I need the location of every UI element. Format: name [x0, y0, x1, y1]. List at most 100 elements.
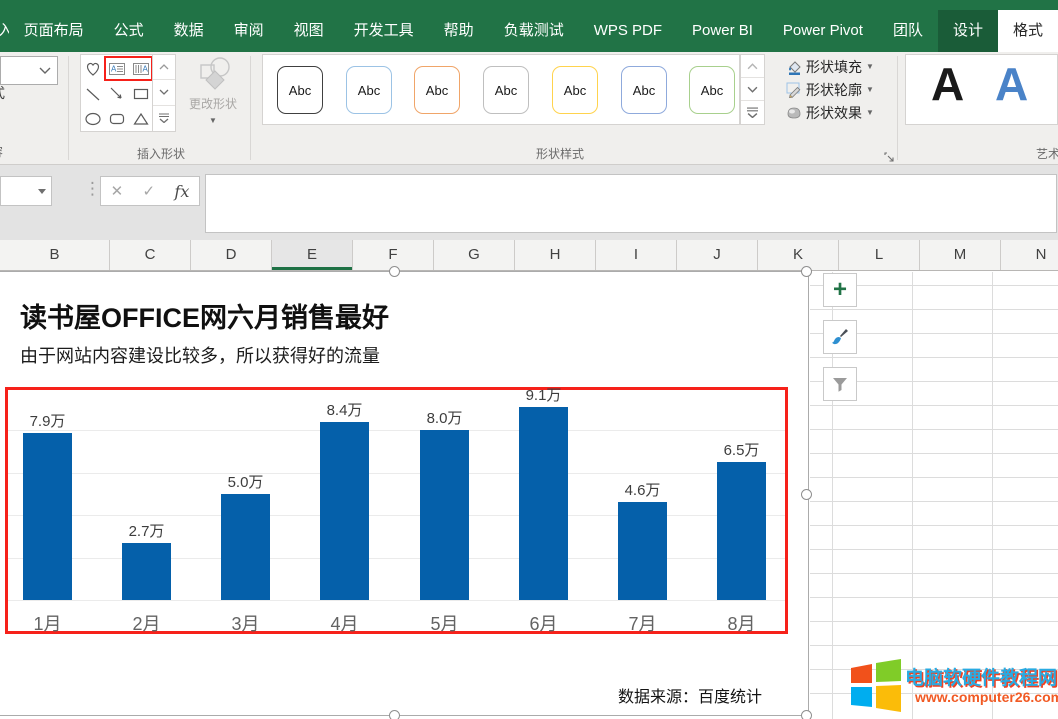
- tab-数据[interactable]: 数据: [159, 10, 219, 52]
- styles-scroll-down[interactable]: [741, 78, 764, 101]
- chart-filters-button[interactable]: [823, 367, 857, 401]
- tab-WPS PDF[interactable]: WPS PDF: [579, 10, 677, 52]
- shape-style-thumbnail-3[interactable]: Abc: [414, 66, 460, 114]
- column-header-H[interactable]: H: [515, 240, 596, 270]
- tab-设计[interactable]: 设计: [938, 10, 998, 52]
- insert-function-icon[interactable]: fx: [174, 182, 189, 201]
- category-label-7月: 7月: [608, 610, 678, 636]
- chart-elements-button[interactable]: +: [823, 273, 857, 307]
- wordart-style-2[interactable]: A: [995, 57, 1028, 111]
- shape-style-thumbnail-5[interactable]: Abc: [552, 66, 598, 114]
- formula-bar-input[interactable]: [205, 174, 1057, 233]
- shapes-gallery-scrollbar: [152, 55, 175, 131]
- column-header-I[interactable]: I: [596, 240, 677, 270]
- shape-effects-icon: [786, 105, 802, 121]
- dialog-launcher-icon: [884, 152, 894, 162]
- shape-rounded-rectangle[interactable]: [105, 106, 129, 131]
- formula-bar-buttons: ✕ ✓ fx: [100, 176, 200, 206]
- shape-oval[interactable]: [81, 106, 105, 131]
- selection-handle-bottom[interactable]: [389, 710, 400, 719]
- data-label-8月: 6.5万: [707, 439, 777, 460]
- chevron-up-icon: [159, 64, 169, 70]
- column-header-row: BCDEFGHIJKLMN: [0, 240, 1058, 271]
- shape-style-thumbnail-4[interactable]: Abc: [483, 66, 529, 114]
- column-header-C[interactable]: C: [110, 240, 191, 270]
- shape-styles-gallery: Abc Abc Abc Abc Abc Abc Abc: [262, 54, 740, 125]
- data-label-4月: 8.4万: [310, 399, 380, 420]
- plus-icon: +: [833, 278, 847, 302]
- tab-插入[interactable]: 插入: [0, 10, 9, 52]
- category-label-4月: 4月: [310, 610, 380, 636]
- name-box[interactable]: [0, 176, 52, 206]
- shape-effects-button[interactable]: 形状效果 ▼: [786, 102, 890, 123]
- category-label-2月: 2月: [112, 610, 182, 636]
- chart-element-selector-dropdown[interactable]: [0, 56, 58, 85]
- tab-公式[interactable]: 公式: [99, 10, 159, 52]
- tab-视图[interactable]: 视图: [279, 10, 339, 52]
- reset-to-match-style-partial[interactable]: 式: [0, 83, 5, 103]
- column-header-L[interactable]: L: [839, 240, 920, 270]
- shapes-scroll-down[interactable]: [153, 80, 175, 105]
- tab-审阅[interactable]: 审阅: [219, 10, 279, 52]
- shapes-scroll-up[interactable]: [153, 55, 175, 80]
- column-header-D[interactable]: D: [191, 240, 272, 270]
- styles-scroll-up[interactable]: [741, 55, 764, 78]
- shape-style-thumbnail-6[interactable]: Abc: [621, 66, 667, 114]
- shapes-gallery-more[interactable]: [153, 106, 175, 131]
- rounded-rectangle-icon: [108, 110, 126, 128]
- shape-outline-label: 形状轮廓: [806, 80, 862, 100]
- shape-heart[interactable]: [81, 56, 105, 81]
- data-source-note[interactable]: 数据来源：百度统计: [618, 683, 762, 707]
- selection-handle-right[interactable]: [801, 489, 812, 500]
- chevron-down-icon: [159, 89, 169, 95]
- shape-arrow[interactable]: [105, 81, 129, 106]
- styles-gallery-more[interactable]: [741, 101, 764, 124]
- shape-triangle[interactable]: [129, 106, 153, 131]
- enter-icon[interactable]: ✓: [143, 182, 156, 200]
- formula-bar-drag-handle[interactable]: ⋮: [84, 179, 99, 199]
- ribbon-format-tab: 式 容 A A: [0, 52, 1058, 165]
- tab-Power BI[interactable]: Power BI: [677, 10, 768, 52]
- tab-Power Pivot[interactable]: Power Pivot: [768, 10, 878, 52]
- chevron-down-icon: [39, 67, 51, 75]
- rectangle-icon: [132, 85, 150, 103]
- chart-styles-button[interactable]: [823, 320, 857, 354]
- tab-负载测试[interactable]: 负载测试: [489, 10, 579, 52]
- arrow-icon: [108, 85, 126, 103]
- shape-fill-button[interactable]: 形状填充 ▼: [786, 56, 890, 77]
- worksheet: 读书屋OFFICE网六月销售最好 由于网站内容建设比较多，所以获得好的流量 7.…: [0, 271, 1058, 719]
- column-header-G[interactable]: G: [434, 240, 515, 270]
- data-label-2月: 2.7万: [112, 520, 182, 541]
- category-label-3月: 3月: [211, 610, 281, 636]
- tab-团队[interactable]: 团队: [878, 10, 938, 52]
- tab-页面布局[interactable]: 页面布局: [9, 10, 99, 52]
- column-header-M[interactable]: M: [920, 240, 1001, 270]
- wordart-style-1[interactable]: A: [931, 57, 964, 111]
- cancel-icon[interactable]: ✕: [111, 182, 124, 200]
- change-shape-button[interactable]: 更改形状 ▼: [182, 56, 244, 142]
- chart-selection-border-top: [0, 271, 808, 272]
- tab-格式[interactable]: 格式: [998, 10, 1058, 52]
- shape-style-thumbnail-2[interactable]: Abc: [346, 66, 392, 114]
- shape-fill-label: 形状填充: [806, 57, 862, 77]
- column-header-E[interactable]: E: [272, 240, 353, 270]
- tab-开发工具[interactable]: 开发工具: [339, 10, 429, 52]
- column-header-K[interactable]: K: [758, 240, 839, 270]
- tab-帮助[interactable]: 帮助: [429, 10, 489, 52]
- triangle-icon: [132, 110, 150, 128]
- shape-line[interactable]: [81, 81, 105, 106]
- column-header-J[interactable]: J: [677, 240, 758, 270]
- column-header-N[interactable]: N: [1001, 240, 1058, 270]
- shape-rectangle[interactable]: [129, 81, 153, 106]
- selection-handle-top-right[interactable]: [801, 266, 812, 277]
- selection-handle-bottom-right[interactable]: [801, 710, 812, 719]
- shape-styles-group-label: 形状样式: [300, 145, 820, 162]
- shape-style-thumbnail-7[interactable]: Abc: [689, 66, 735, 114]
- column-header-B[interactable]: B: [0, 240, 110, 270]
- shape-outline-button[interactable]: 形状轮廓 ▼: [786, 79, 890, 100]
- shape-effects-label: 形状效果: [806, 103, 862, 123]
- shape-style-thumbnail-1[interactable]: Abc: [277, 66, 323, 114]
- selection-handle-top[interactable]: [389, 266, 400, 277]
- data-label-3月: 5.0万: [211, 471, 281, 492]
- insert-shapes-gallery: A A: [80, 54, 176, 132]
